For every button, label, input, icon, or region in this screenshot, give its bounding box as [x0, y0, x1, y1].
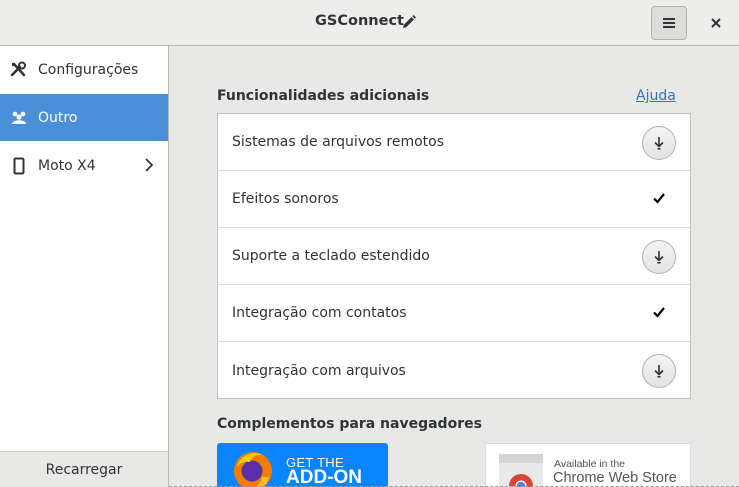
reload-label: Recarregar — [45, 461, 123, 478]
list-item: Sistemas de arquivos remotos — [218, 114, 690, 171]
chrome-badge-line1: Available in the — [554, 458, 626, 470]
checkmark-icon — [652, 305, 666, 319]
list-item: Integração com contatos — [218, 285, 690, 342]
browsers-section-title: Complementos para navegadores — [217, 416, 482, 432]
firefox-addon-badge[interactable]: GET THE ADD-ON — [217, 443, 388, 487]
close-window-button[interactable] — [702, 8, 730, 38]
install-button[interactable] — [642, 354, 676, 388]
chrome-badge-line2: Chrome Web Store — [553, 470, 677, 486]
help-link[interactable]: Ajuda — [636, 88, 676, 104]
feature-label: Suporte a teclado estendido — [232, 248, 430, 264]
download-arrow-icon — [654, 137, 664, 150]
close-icon — [711, 18, 721, 28]
feature-label: Efeitos sonoros — [232, 191, 339, 207]
main-panel: Funcionalidades adicionais Ajuda Sistema… — [169, 46, 739, 487]
reload-button[interactable]: Recarregar — [0, 451, 168, 487]
chevron-right-icon — [144, 157, 154, 177]
edit-name-pencil-icon[interactable] — [400, 13, 418, 31]
sidebar-item-configuracoes[interactable]: Configurações — [0, 46, 168, 93]
sidebar-item-label: Configurações — [38, 61, 139, 78]
feature-label: Integração com arquivos — [232, 362, 406, 379]
download-arrow-icon — [654, 251, 664, 264]
people-icon — [10, 109, 28, 127]
download-arrow-icon — [654, 365, 664, 378]
header-bar: GSConnect — [0, 0, 739, 46]
firefox-badge-line2: ADD-ON — [286, 467, 362, 487]
sidebar-item-moto-x4[interactable]: Moto X4 — [0, 142, 168, 189]
install-button[interactable] — [642, 240, 676, 274]
list-item: Integração com arquivos — [218, 342, 690, 399]
features-section-title: Funcionalidades adicionais — [217, 88, 430, 104]
feature-label: Integração com contatos — [232, 305, 407, 321]
feature-label: Sistemas de arquivos remotos — [232, 134, 445, 150]
sidebar: Configurações Outro Moto X4 Recarregar — [0, 46, 169, 487]
install-button[interactable] — [642, 126, 676, 160]
sidebar-item-label: Moto X4 — [38, 157, 96, 174]
hamburger-menu-button[interactable] — [651, 6, 687, 40]
hamburger-icon — [663, 18, 675, 28]
checkmark-icon — [652, 191, 666, 205]
chrome-webstore-badge[interactable]: Available in the Chrome Web Store — [485, 443, 691, 487]
window-title-wrap: GSConnect — [0, 13, 739, 29]
phone-icon — [10, 157, 28, 175]
chrome-webstore-icon — [499, 454, 543, 487]
sidebar-item-outro[interactable]: Outro — [0, 94, 168, 141]
firefox-logo-icon — [234, 452, 272, 487]
list-item: Suporte a teclado estendido — [218, 228, 690, 285]
sidebar-item-label: Outro — [38, 109, 78, 126]
tools-icon — [10, 61, 28, 79]
list-item: Efeitos sonoros — [218, 171, 690, 228]
features-list: Sistemas de arquivos remotos Efeitos son… — [217, 113, 691, 399]
window-title: GSConnect — [315, 13, 404, 29]
